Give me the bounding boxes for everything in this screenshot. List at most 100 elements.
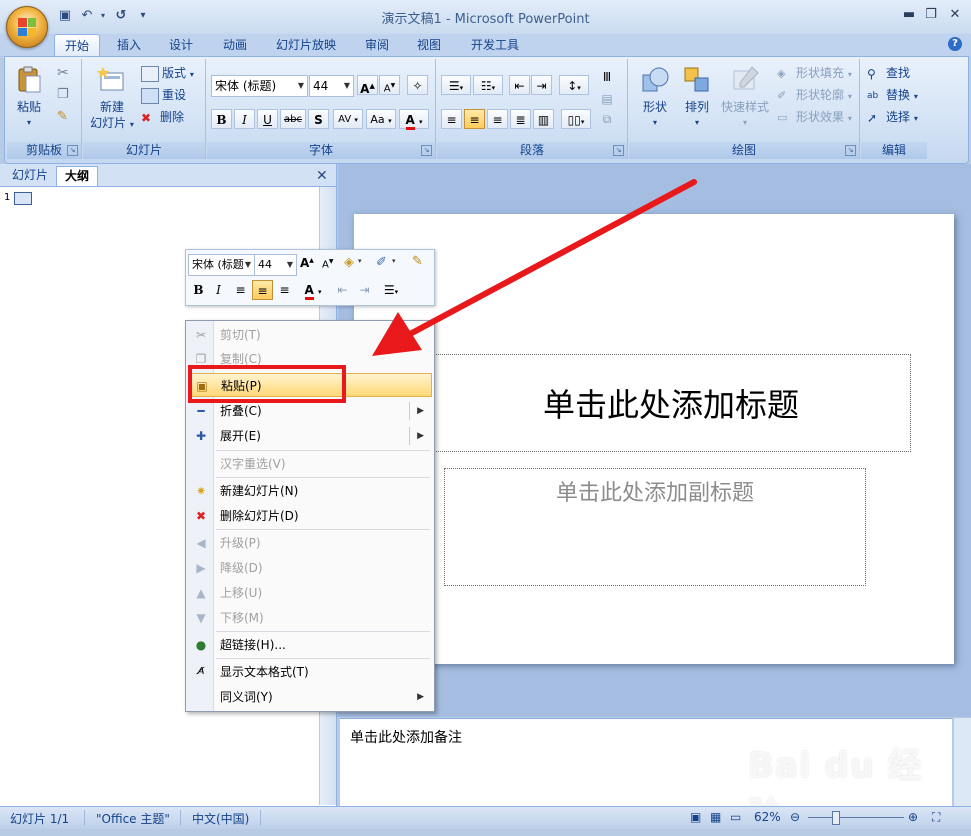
zoom-out-icon[interactable]: ⊖ bbox=[790, 810, 800, 824]
left-pane-close-icon[interactable]: ✕ bbox=[316, 168, 328, 184]
mini-font-color-button[interactable]: A ▾ bbox=[298, 280, 328, 300]
clear-format-icon[interactable]: ✧ bbox=[407, 75, 428, 95]
menu-item-move-down[interactable]: ▼ 下移(M) bbox=[188, 606, 432, 630]
tab-design[interactable]: 设计 bbox=[160, 34, 202, 56]
new-slide-button[interactable]: 新建 幻灯片 ▾ bbox=[87, 65, 137, 133]
menu-item-move-up[interactable]: ▲ 上移(U) bbox=[188, 581, 432, 605]
menu-item-reconvert[interactable]: 汉字重选(V) bbox=[188, 452, 432, 476]
close-button[interactable]: ✕ bbox=[944, 6, 966, 24]
text-shadow-button[interactable]: S bbox=[308, 109, 329, 129]
reset-button[interactable]: 重设 bbox=[141, 85, 186, 105]
tab-home[interactable]: 开始 bbox=[54, 34, 100, 57]
maximize-button[interactable]: ❐ bbox=[920, 6, 942, 24]
mini-font-name-combo[interactable]: 宋体 (标题 ▼ bbox=[188, 254, 255, 276]
menu-item-synonyms[interactable]: 同义词(Y) ▶ bbox=[188, 685, 432, 709]
menu-item-delete-slide[interactable]: ✖ 删除幻灯片(D) bbox=[188, 504, 432, 528]
text-direction-icon[interactable]: Ⅲ bbox=[595, 67, 619, 87]
zoom-level[interactable]: 62% bbox=[754, 810, 781, 824]
mini-bullets-button[interactable]: ☰▾ bbox=[376, 280, 406, 300]
mini-font-name-dropdown-icon[interactable]: ▼ bbox=[242, 255, 254, 275]
bold-button[interactable]: B bbox=[211, 109, 232, 129]
mini-format-painter-icon[interactable]: ✎ bbox=[412, 254, 423, 269]
slideshow-view-icon[interactable]: ▭ bbox=[730, 810, 741, 824]
paste-dropdown-icon[interactable]: ▾ bbox=[11, 115, 47, 131]
font-name-combo[interactable]: 宋体 (标题) ▼ bbox=[211, 75, 308, 97]
paragraph-launcher-icon[interactable]: ↘ bbox=[613, 145, 624, 156]
minimize-button[interactable]: ▬ bbox=[898, 6, 920, 24]
cut-icon[interactable]: ✂ bbox=[57, 65, 69, 81]
mini-line-color-icon[interactable]: ✐ bbox=[376, 255, 387, 270]
mini-align-right-icon[interactable]: ≡ bbox=[274, 280, 295, 300]
tab-animations[interactable]: 动画 bbox=[214, 34, 256, 56]
increase-indent-icon[interactable]: ⇥ bbox=[531, 75, 552, 95]
font-size-dropdown-icon[interactable]: ▼ bbox=[341, 76, 353, 96]
mini-font-size-combo[interactable]: 44 ▼ bbox=[254, 254, 297, 276]
language-status[interactable]: 中文(中国) bbox=[192, 810, 249, 827]
line-spacing-button[interactable]: ↕▾ bbox=[559, 75, 589, 95]
align-center-icon[interactable]: ≡ bbox=[464, 109, 485, 129]
shapes-button[interactable]: 形状 ▾ bbox=[633, 65, 677, 131]
grow-font-button[interactable]: A▲ bbox=[357, 75, 378, 96]
align-left-icon[interactable]: ≡ bbox=[441, 109, 462, 129]
menu-item-show-text-format[interactable]: A̸ 显示文本格式(T) bbox=[188, 660, 432, 684]
tab-review[interactable]: 审阅 bbox=[356, 34, 398, 56]
shrink-font-button[interactable]: A▼ bbox=[379, 75, 400, 95]
notes-scrollbar[interactable] bbox=[953, 718, 971, 806]
tab-outline[interactable]: 大纲 bbox=[56, 166, 99, 186]
shape-fill-button[interactable]: ◈ 形状填充 ▾ bbox=[777, 63, 852, 83]
mini-decrease-indent-icon[interactable]: ⇤ bbox=[332, 280, 353, 300]
normal-view-icon[interactable]: ▣ bbox=[690, 810, 701, 824]
zoom-slider-thumb[interactable] bbox=[832, 811, 840, 825]
arrange-button[interactable]: 排列 ▾ bbox=[677, 65, 717, 131]
justify-icon[interactable]: ≣ bbox=[510, 109, 531, 129]
mini-shrink-font-icon[interactable]: A▼ bbox=[322, 258, 333, 270]
mini-increase-indent-icon[interactable]: ⇥ bbox=[354, 280, 375, 300]
strikethrough-button[interactable]: abc bbox=[280, 109, 306, 129]
tab-view[interactable]: 视图 bbox=[408, 34, 450, 56]
slide-thumbnail-icon[interactable] bbox=[14, 192, 32, 205]
paste-button[interactable]: 粘贴 ▾ bbox=[11, 65, 47, 131]
layout-button[interactable]: 版式 ▾ bbox=[141, 63, 194, 83]
mini-align-left-icon[interactable]: ≡ bbox=[230, 280, 251, 300]
underline-button[interactable]: U bbox=[257, 109, 278, 129]
decrease-indent-icon[interactable]: ⇤ bbox=[509, 75, 530, 95]
font-name-dropdown-icon[interactable]: ▼ bbox=[295, 76, 307, 96]
format-painter-icon[interactable]: ✎ bbox=[57, 109, 68, 124]
font-launcher-icon[interactable]: ↘ bbox=[421, 145, 432, 156]
menu-item-hyperlink[interactable]: ● 超链接(H)... bbox=[188, 633, 432, 657]
shape-effects-button[interactable]: ▭ 形状效果 ▾ bbox=[777, 107, 852, 127]
align-right-icon[interactable]: ≡ bbox=[487, 109, 508, 129]
mini-highlight-icon[interactable]: ◈ bbox=[344, 255, 354, 270]
font-size-combo[interactable]: 44 ▼ bbox=[309, 75, 354, 97]
char-spacing-button[interactable]: AV ▾ bbox=[333, 109, 363, 129]
menu-item-new-slide[interactable]: ✷ 新建幻灯片(N) bbox=[188, 479, 432, 503]
mini-font-size-dropdown-icon[interactable]: ▼ bbox=[284, 255, 296, 275]
bullets-button[interactable]: ☰▾ bbox=[441, 75, 471, 95]
fit-window-icon[interactable]: ⛶ bbox=[932, 810, 940, 825]
mini-bold-button[interactable]: B bbox=[188, 280, 209, 300]
tab-insert[interactable]: 插入 bbox=[108, 34, 150, 56]
copy-icon[interactable]: ❐ bbox=[57, 87, 69, 102]
tab-developer[interactable]: 开发工具 bbox=[462, 34, 528, 56]
smartart-icon[interactable]: ⧉ bbox=[595, 109, 619, 129]
columns-button[interactable]: ▯▯▾ bbox=[561, 109, 591, 129]
mini-italic-button[interactable]: I bbox=[208, 280, 229, 300]
font-color-button[interactable]: A ▾ bbox=[399, 109, 429, 130]
office-button[interactable] bbox=[6, 6, 48, 48]
clipboard-launcher-icon[interactable]: ↘ bbox=[67, 145, 78, 156]
menu-item-promote[interactable]: ◀ 升级(P) bbox=[188, 531, 432, 555]
numbering-button[interactable]: ☷▾ bbox=[473, 75, 503, 95]
distribute-icon[interactable]: ▥ bbox=[533, 109, 554, 129]
mini-align-center-icon[interactable]: ≡ bbox=[252, 280, 273, 300]
zoom-in-icon[interactable]: ⊕ bbox=[908, 810, 918, 824]
zoom-slider-track[interactable] bbox=[808, 817, 904, 818]
menu-item-demote[interactable]: ▶ 降级(D) bbox=[188, 556, 432, 580]
mini-grow-font-icon[interactable]: A▲ bbox=[300, 256, 314, 270]
find-button[interactable]: ⚲ 查找 bbox=[867, 63, 910, 83]
title-placeholder[interactable]: 单击此处添加标题 bbox=[431, 354, 911, 452]
replace-button[interactable]: ab 替换 ▾ bbox=[867, 85, 918, 105]
change-case-button[interactable]: Aa ▾ bbox=[366, 109, 396, 129]
quick-styles-button[interactable]: 快速样式 ▾ bbox=[717, 65, 773, 131]
italic-button[interactable]: I bbox=[234, 109, 255, 129]
select-button[interactable]: ➚ 选择 ▾ bbox=[867, 107, 918, 127]
